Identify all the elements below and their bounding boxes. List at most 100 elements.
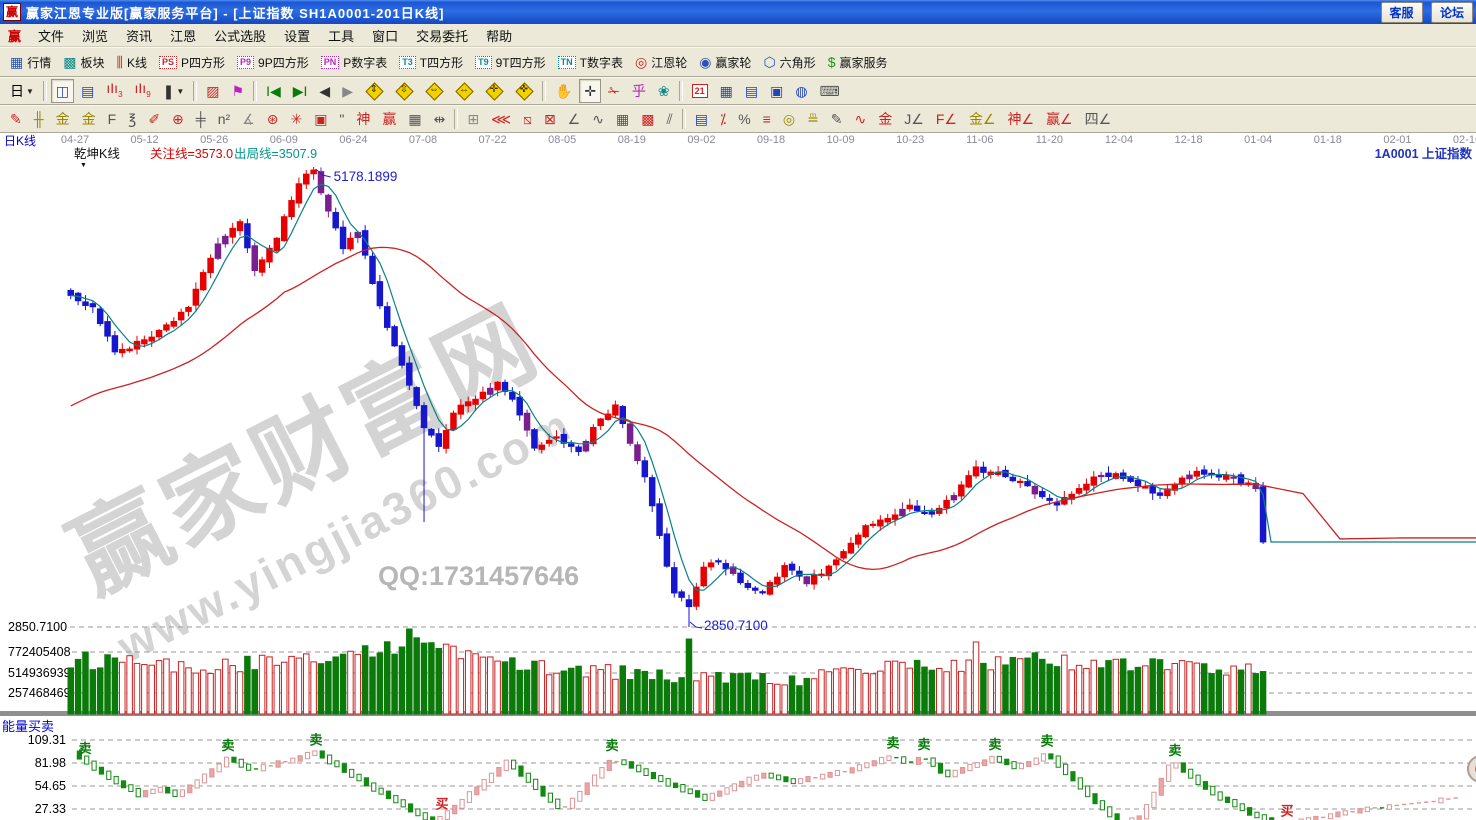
angle-j-button[interactable]: J∠ — [899, 107, 929, 131]
quotes-button[interactable]: ▦行情 — [5, 50, 56, 74]
gold-mark-button[interactable]: 金 — [873, 107, 897, 131]
angle-tool-button[interactable]: ∡ — [237, 107, 260, 131]
web-save-button[interactable]: ◍ — [790, 79, 812, 103]
angle-four-button[interactable]: 四∠ — [1080, 107, 1117, 131]
tick-lines-button[interactable]: ʺ — [334, 107, 349, 131]
f-grid-button[interactable]: F — [103, 107, 122, 131]
notepad-button[interactable]: ▤ — [740, 79, 763, 103]
zoom-vertical-button[interactable]: ⇕ — [360, 79, 388, 103]
measure-tool-button[interactable]: ✁ — [603, 79, 625, 103]
grid-tool-button[interactable]: ╫ — [29, 107, 49, 131]
wheel-tool-button[interactable]: ⊕ — [167, 107, 189, 131]
square-number-button[interactable]: n² — [213, 107, 235, 131]
forum-button[interactable]: 论坛 — [1431, 2, 1473, 23]
menu-item-文件[interactable]: 文件 — [29, 29, 73, 44]
angle-lines-button[interactable]: ∠ — [563, 107, 586, 131]
next-bar-button[interactable]: ▶ — [337, 79, 358, 103]
bars-3-button[interactable]: ıIı3 — [101, 79, 127, 103]
spiral-tool-button[interactable]: ℥ — [123, 107, 141, 131]
kline-view-button[interactable]: ▨ — [201, 79, 224, 103]
sell-signal: 卖 — [78, 741, 91, 756]
save-button[interactable]: ▣ — [765, 79, 788, 103]
stretch-vertical-button[interactable]: ⇳ — [390, 79, 418, 103]
win-grid-button[interactable]: 赢 — [377, 107, 401, 131]
hexagon-button[interactable]: ⬡六角形 — [758, 50, 820, 74]
box-tool-button[interactable]: ⊞ — [462, 107, 484, 131]
sectors-button[interactable]: ▩板块 — [58, 50, 109, 74]
menu-item-帮助[interactable]: 帮助 — [477, 29, 521, 44]
p-number-table-button[interactable]: PNP数字表 — [316, 50, 393, 74]
percent-7-button[interactable]: ⁒ — [715, 107, 731, 131]
last-bar-button[interactable]: ▶I — [288, 79, 313, 103]
winner-wheel-button[interactable]: ◉赢家轮 — [694, 50, 756, 74]
crosshair-tool-button[interactable]: ✛ — [579, 79, 601, 103]
remote-pc-button[interactable]: ⌨ — [815, 79, 845, 103]
calculator-button[interactable]: ▦ — [715, 79, 738, 103]
gold-grid-1-button[interactable]: 金 — [51, 107, 75, 131]
draw-pen-2-button[interactable]: ✐ — [143, 107, 165, 131]
pen-3-button[interactable]: ✎ — [826, 107, 848, 131]
shen-grid-button[interactable]: 神 — [351, 107, 375, 131]
width-measure-button[interactable]: ⇹ — [429, 107, 451, 131]
menu-item-浏览[interactable]: 浏览 — [73, 29, 117, 44]
gold-lines-button[interactable]: ≞ — [802, 107, 824, 131]
angle-gold-button[interactable]: 金∠ — [964, 107, 1001, 131]
9p-square-button[interactable]: P99P四方形 — [232, 50, 314, 74]
9t-square-button[interactable]: T99T四方形 — [470, 50, 551, 74]
zoom-horizontal-button[interactable]: ⇔ — [420, 79, 448, 103]
kline-chart-canvas[interactable]: 04-2705-1205-2606-0906-2407-0807-2208-05… — [0, 133, 1476, 820]
angle-win-button[interactable]: 赢∠ — [1041, 107, 1078, 131]
edge-logo-circle[interactable] — [1468, 756, 1476, 782]
window-layout-button[interactable]: ◫ — [51, 79, 74, 103]
stretch-horizontal-button[interactable]: ↔ — [450, 79, 478, 103]
star-circle-button[interactable]: ✳ — [285, 107, 307, 131]
gann-wheel-button[interactable]: ◎江恩轮 — [630, 50, 692, 74]
angle-shen-button[interactable]: 神∠ — [1003, 107, 1040, 131]
prev-bar-button[interactable]: ◀ — [314, 79, 335, 103]
t-square-button[interactable]: T3T四方形 — [394, 50, 468, 74]
draw-pen-button[interactable]: ✎ — [5, 107, 27, 131]
slash-lines-button[interactable]: ⫽ — [661, 107, 677, 131]
v-lines-button[interactable]: ∿ — [587, 107, 609, 131]
distribution-tool-button[interactable]: 乎 — [627, 79, 651, 103]
red-grid-2-button[interactable]: ▩ — [636, 107, 659, 131]
box-fan-1-button[interactable]: ⧅ — [518, 107, 537, 131]
hand-tool-button[interactable]: ✋ — [550, 79, 577, 103]
gold-grid-2-button[interactable]: 金 — [77, 107, 101, 131]
box-fan-2-button[interactable]: ⊠ — [539, 107, 561, 131]
square-target-button[interactable]: ▣ — [309, 107, 332, 131]
pattern-tool-button[interactable]: ❀ — [653, 79, 675, 103]
flag-marker-button[interactable]: ⚑ — [227, 79, 250, 103]
menu-item-公式选股[interactable]: 公式选股 — [205, 29, 275, 44]
gold-circle-button[interactable]: ◎ — [778, 107, 800, 131]
menu-item-资讯[interactable]: 资讯 — [117, 29, 161, 44]
menu-item-交易委托[interactable]: 交易委托 — [407, 29, 477, 44]
red-grid-1-button[interactable]: ▦ — [611, 107, 634, 131]
menu-item-设置[interactable]: 设置 — [275, 29, 319, 44]
support-button[interactable]: 客服 — [1381, 2, 1423, 23]
menu-item-工具[interactable]: 工具 — [319, 29, 363, 44]
period-day-dropdown-button[interactable]: 日▼ — [5, 79, 39, 103]
calendar-button[interactable]: 21 — [687, 79, 713, 103]
winner-service-button[interactable]: $赢家服务 — [823, 50, 893, 74]
zoom-out-button[interactable]: ✜ — [510, 79, 538, 103]
first-bar-button[interactable]: I◀ — [261, 79, 286, 103]
menu-item-江恩[interactable]: 江恩 — [161, 29, 205, 44]
percent-lines-button[interactable]: ≡ — [758, 107, 776, 131]
list-panel-button[interactable]: ▤ — [690, 107, 713, 131]
percent-button[interactable]: % — [733, 107, 755, 131]
menu-item-窗口[interactable]: 窗口 — [363, 29, 407, 44]
p-square-button[interactable]: PSP四方形 — [154, 50, 230, 74]
angle-f-button[interactable]: F∠ — [931, 107, 962, 131]
target-circle-button[interactable]: ⊛ — [262, 107, 284, 131]
info-panel-button[interactable]: ▤ — [76, 79, 99, 103]
comb-tool-button[interactable]: ╪ — [191, 107, 211, 131]
ruler-grid-button[interactable]: ▦ — [403, 107, 426, 131]
kline-button[interactable]: ⫼K线 — [112, 50, 152, 74]
bars-9-button[interactable]: ıIı9 — [130, 79, 156, 103]
wave-tool-button[interactable]: ∿ — [850, 107, 872, 131]
t-number-table-button[interactable]: TNT数字表 — [553, 50, 628, 74]
zoom-in-button[interactable]: ✛ — [480, 79, 508, 103]
candle-style-dropdown-button[interactable]: ❚▼ — [158, 79, 190, 103]
fan-lines-button[interactable]: ⋘ — [486, 107, 516, 131]
